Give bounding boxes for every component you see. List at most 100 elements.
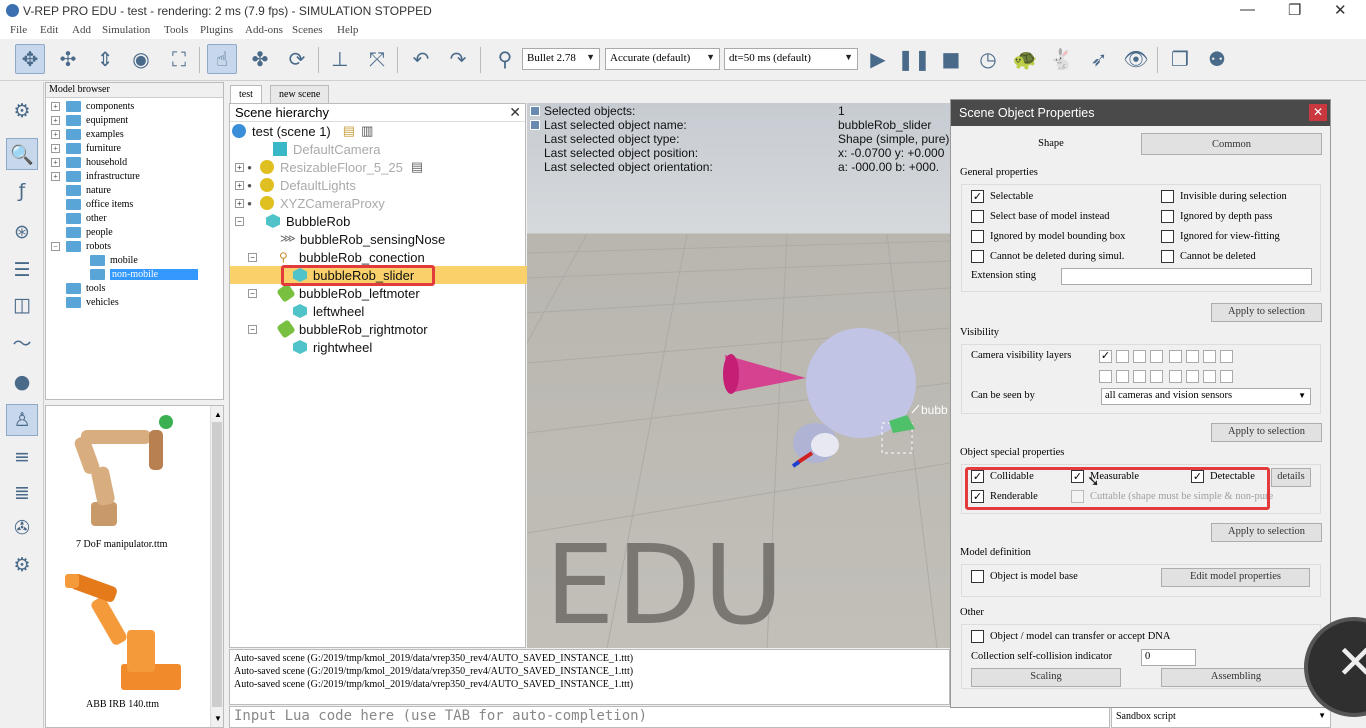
layer-checkbox[interactable] bbox=[1169, 350, 1182, 363]
model-folder-equipment[interactable]: + equipment bbox=[51, 113, 128, 127]
dna-transfer-checkbox[interactable]: Object / model can transfer or accept DN… bbox=[971, 630, 1170, 643]
object-rotate-icon[interactable]: ⟳ bbox=[282, 44, 312, 74]
close-icon[interactable]: ✕ bbox=[509, 104, 521, 121]
menu-help[interactable]: Help bbox=[337, 24, 358, 36]
turtle-icon[interactable]: 🐢 bbox=[1010, 44, 1040, 74]
realtime-clock-icon[interactable]: ◷ bbox=[973, 44, 1003, 74]
layer-checkbox[interactable] bbox=[1116, 370, 1129, 383]
info-toggle-icon[interactable] bbox=[530, 106, 540, 116]
model-folder-people[interactable]: people bbox=[66, 225, 113, 239]
sandbox-script-select[interactable]: Sandbox script ▼ bbox=[1111, 706, 1331, 728]
menu-tools[interactable]: Tools bbox=[164, 24, 188, 36]
layer-checkbox[interactable] bbox=[1133, 370, 1146, 383]
model-folder-furniture[interactable]: + furniture bbox=[51, 141, 121, 155]
layer-checkbox[interactable] bbox=[1203, 370, 1216, 383]
model-folder-nature[interactable]: nature bbox=[66, 183, 111, 197]
ignored-depth-pass-checkbox[interactable]: Ignored by depth pass bbox=[1161, 210, 1272, 223]
select-base-checkbox[interactable]: Select base of model instead bbox=[971, 210, 1110, 223]
hierarchy-node-leftwheel[interactable]: leftwheel bbox=[293, 302, 364, 320]
apply-general-button[interactable]: Apply to selection bbox=[1211, 303, 1322, 322]
selection-magnifier-icon[interactable]: 🔍 bbox=[6, 138, 38, 170]
object-shift-icon[interactable]: ✤ bbox=[245, 44, 275, 74]
camera-icon[interactable]: ◉ bbox=[126, 44, 156, 74]
layer-checkbox[interactable] bbox=[1116, 350, 1129, 363]
hierarchy-node-sensingnose[interactable]: ⋙ bubbleRob_sensingNose bbox=[280, 230, 445, 248]
menu-edit[interactable]: Edit bbox=[40, 24, 58, 36]
layer-checkbox[interactable] bbox=[1150, 370, 1163, 383]
hierarchy-node-leftmoter[interactable]: − bubbleRob_leftmoter bbox=[248, 283, 420, 303]
model-folder-robots[interactable]: − robots bbox=[51, 239, 111, 253]
layer-checkbox[interactable] bbox=[1169, 370, 1182, 383]
model-folder-other[interactable]: other bbox=[66, 211, 107, 225]
zoom-updown-icon[interactable]: ⇕ bbox=[90, 44, 120, 74]
cannot-delete-sim-checkbox[interactable]: Cannot be deleted during simul. bbox=[971, 250, 1124, 263]
rocket-icon[interactable]: ➶ bbox=[1084, 44, 1114, 74]
model-folder-mobile[interactable]: mobile bbox=[90, 253, 138, 267]
info-toggle-icon[interactable] bbox=[530, 120, 540, 130]
move-icon[interactable]: ✥ bbox=[15, 44, 45, 74]
expand-icon[interactable]: + bbox=[235, 180, 244, 190]
hierarchy-node-rightwheel[interactable]: rightwheel bbox=[293, 338, 372, 356]
layer-checkbox[interactable] bbox=[1186, 350, 1199, 363]
tab-new-scene[interactable]: new scene bbox=[270, 85, 330, 103]
eye-icon[interactable]: 👁 bbox=[1121, 44, 1151, 74]
hierarchy-node-xyzcameraproxy[interactable]: + • XYZCameraProxy bbox=[235, 194, 385, 212]
hierarchy-node-bubblerob[interactable]: − BubbleRob bbox=[235, 212, 350, 230]
edit-model-properties-button[interactable]: Edit model properties bbox=[1161, 568, 1310, 587]
script-icon[interactable]: ▤ bbox=[411, 159, 423, 175]
apply-visibility-button[interactable]: Apply to selection bbox=[1211, 423, 1322, 442]
layer-checkbox[interactable]: ✓ bbox=[1099, 350, 1112, 363]
layer-checkbox[interactable] bbox=[1220, 370, 1233, 383]
collision-indicator-input[interactable]: 0 bbox=[1141, 649, 1196, 666]
model-thumbnail-7dof[interactable] bbox=[61, 412, 191, 536]
hierarchy-node-floor[interactable]: + • ResizableFloor_5_25 ▤ bbox=[235, 158, 423, 176]
invisible-during-selection-checkbox[interactable]: Invisible during selection bbox=[1161, 190, 1287, 203]
pause-icon[interactable]: ❚❚ bbox=[897, 44, 931, 74]
accuracy-select[interactable]: Accurate (default) ▼ bbox=[605, 48, 720, 70]
hierarchy-node-defaultcamera[interactable]: DefaultCamera bbox=[273, 140, 380, 158]
extension-string-input[interactable] bbox=[1061, 268, 1312, 285]
ignored-bbox-checkbox[interactable]: Ignored by model bounding box bbox=[971, 230, 1125, 243]
scroll-down-icon[interactable]: ▼ bbox=[214, 714, 222, 723]
model-folder-office-items[interactable]: office items bbox=[66, 197, 133, 211]
collections-icon[interactable]: ⊛ bbox=[6, 216, 38, 248]
menu-plugins[interactable]: Plugins bbox=[200, 24, 233, 36]
tab-shape[interactable]: Shape bbox=[961, 133, 1141, 155]
menu-scenes[interactable]: Scenes bbox=[292, 24, 323, 36]
assemble-icon[interactable]: ⊥ bbox=[325, 44, 355, 74]
layer-checkbox[interactable] bbox=[1099, 370, 1112, 383]
model-thumbnail-abb[interactable] bbox=[61, 566, 191, 694]
model-folder-examples[interactable]: + examples bbox=[51, 127, 124, 141]
model-folder-vehicles[interactable]: vehicles bbox=[66, 295, 119, 309]
lua-command-input[interactable]: Input Lua code here (use TAB for auto-co… bbox=[229, 706, 1110, 728]
collapse-icon[interactable]: − bbox=[248, 324, 257, 334]
fit-view-icon[interactable]: ⛶ bbox=[164, 44, 194, 74]
selectable-checkbox[interactable]: ✓ Selectable bbox=[971, 190, 1033, 203]
path-edit-icon[interactable]: 〜 bbox=[6, 326, 38, 358]
scroll-thumb[interactable] bbox=[212, 422, 222, 707]
collapse-icon[interactable]: − bbox=[248, 288, 257, 298]
thumbnails-scrollbar[interactable]: ▲ ▼ bbox=[210, 406, 223, 727]
expand-icon[interactable]: + bbox=[51, 171, 60, 181]
hierarchy-node-conection[interactable]: − ⚲ bubbleRob_conection bbox=[248, 248, 425, 266]
scene-viewport[interactable]: bubb Selected objects: Last selected obj… bbox=[527, 103, 950, 648]
scaling-button[interactable]: Scaling bbox=[971, 668, 1121, 687]
layer-checkbox[interactable] bbox=[1150, 350, 1163, 363]
ignored-view-fitting-checkbox[interactable]: Ignored for view-fitting bbox=[1161, 230, 1280, 243]
expand-icon[interactable]: + bbox=[235, 162, 244, 172]
click-select-icon[interactable]: ☝ bbox=[207, 44, 237, 74]
expand-icon[interactable]: + bbox=[235, 198, 244, 208]
menu-addons[interactable]: Add-ons bbox=[245, 24, 283, 36]
model-folder-tools[interactable]: tools bbox=[66, 281, 105, 295]
layer-checkbox[interactable] bbox=[1186, 370, 1199, 383]
settings-gear-icon[interactable]: ⚙ bbox=[6, 95, 38, 127]
restore-button[interactable]: ❐ bbox=[1288, 1, 1301, 19]
apply-special-button[interactable]: Apply to selection bbox=[1211, 523, 1322, 542]
hierarchy-node-rightmotor[interactable]: − bubbleRob_rightmotor bbox=[248, 319, 428, 339]
scene-hierarchy-toggle-icon[interactable]: ≡ bbox=[6, 441, 38, 473]
model-browser-toggle-icon[interactable]: ♙ bbox=[6, 404, 38, 436]
transfer-dna-icon[interactable]: ⤧ bbox=[362, 44, 392, 74]
menu-file[interactable]: File bbox=[10, 24, 27, 36]
tab-scene-test[interactable]: test bbox=[230, 85, 262, 103]
assembling-button[interactable]: Assembling bbox=[1161, 668, 1311, 687]
